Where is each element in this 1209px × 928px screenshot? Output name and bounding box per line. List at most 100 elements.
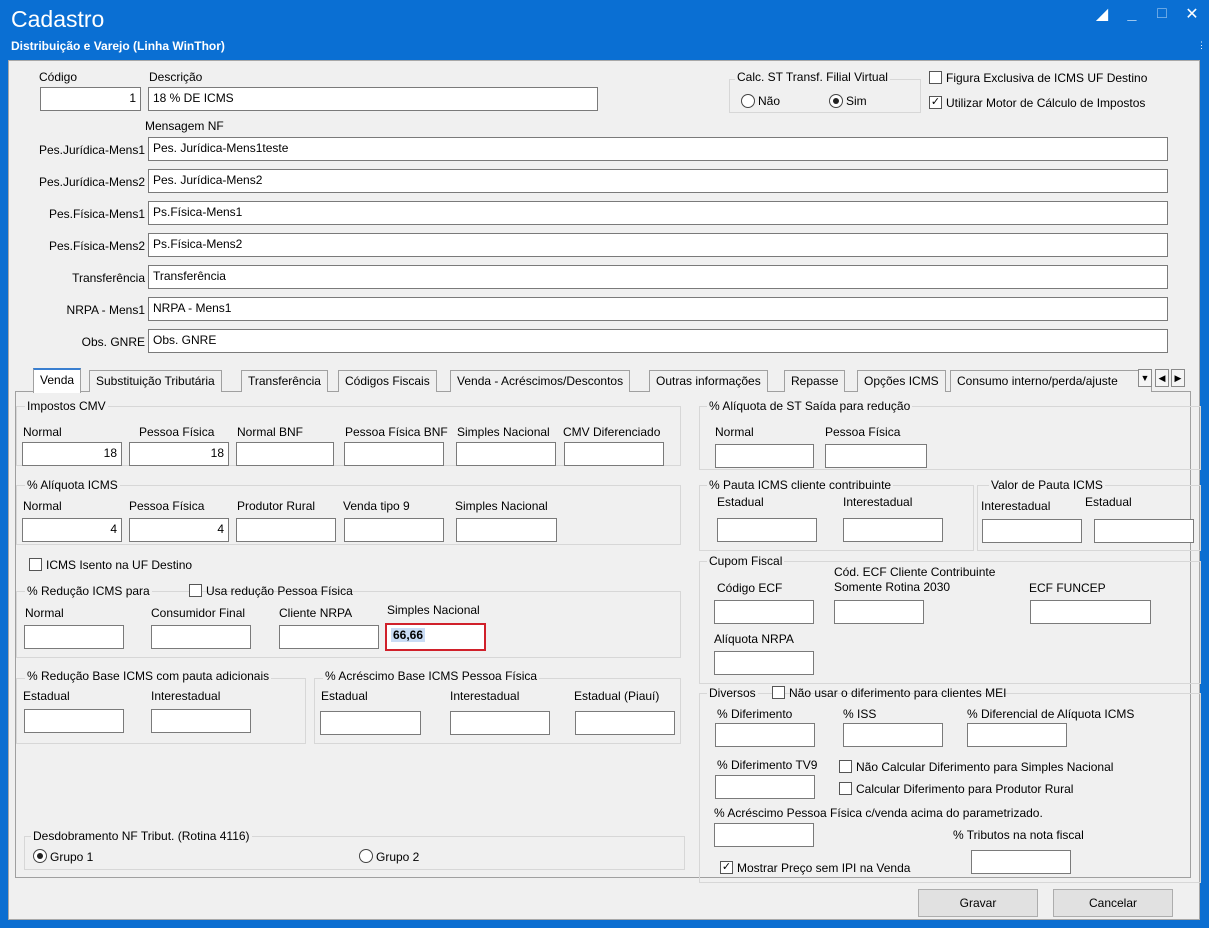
diferencial-aliquota-label: % Diferencial de Alíquota ICMS (967, 707, 1135, 721)
vp-estadual-input[interactable] (1094, 519, 1194, 543)
tab-list-dropdown-icon[interactable]: ▼ (1138, 369, 1152, 387)
nao-usar-diferimento-checkbox[interactable] (772, 686, 785, 699)
message-input-3[interactable]: Ps.Física-Mens1 (148, 201, 1168, 225)
calcular-produtor-checkbox[interactable] (839, 782, 852, 795)
pauta-estadual-label: Estadual (717, 495, 764, 509)
red-cliente-nrpa-input[interactable] (279, 625, 379, 649)
tributos-nota-input[interactable] (971, 850, 1071, 874)
calc-st-sim-radio[interactable] (829, 94, 843, 108)
aliq-simples-nacional-label: Simples Nacional (455, 499, 548, 513)
pauta-interestadual-input[interactable] (843, 518, 943, 542)
aliq-venda-tipo9-input[interactable] (344, 518, 444, 542)
calc-st-nao-radio[interactable] (741, 94, 755, 108)
red-normal-input[interactable] (24, 625, 124, 649)
pauta-estadual-input[interactable] (717, 518, 817, 542)
figura-exclusiva-label: Figura Exclusiva de ICMS UF Destino (946, 71, 1148, 85)
window-controls: ◢ _ □ ✕ (1093, 4, 1201, 24)
tab-scroll-left-icon[interactable]: ◀ (1155, 369, 1169, 387)
cancelar-button[interactable]: Cancelar (1053, 889, 1173, 917)
calc-st-sim-label: Sim (846, 94, 867, 108)
diferimento-tv9-input[interactable] (715, 775, 815, 799)
vp-estadual-label: Estadual (1085, 495, 1132, 509)
message-label-1: Pes.Jurídica-Mens1 (38, 143, 145, 157)
cmv-normal-bnf-input[interactable] (236, 442, 334, 466)
red-simples-nacional-input[interactable]: 66,66 (385, 623, 486, 651)
tab-codigos-fiscais[interactable]: Códigos Fiscais (338, 370, 437, 392)
grupo1-radio[interactable] (33, 849, 47, 863)
mostrar-preco-checkbox[interactable]: ✓ (720, 861, 733, 874)
aliq-normal-input[interactable]: 4 (22, 518, 122, 542)
diferimento-input[interactable] (715, 723, 815, 747)
aliq-venda-tipo9-label: Venda tipo 9 (343, 499, 410, 513)
codigo-ecf-label: Código ECF (717, 581, 783, 595)
cmv-pessoa-fisica-bnf-input[interactable] (344, 442, 444, 466)
red-simples-nacional-value: 66,66 (391, 628, 426, 642)
st-pessoa-fisica-input[interactable] (825, 444, 927, 468)
cmv-diferenciado-input[interactable] (564, 442, 664, 466)
grupo2-radio[interactable] (359, 849, 373, 863)
aliq-simples-nacional-input[interactable] (456, 518, 557, 542)
nao-calcular-simples-checkbox[interactable] (839, 760, 852, 773)
tab-scroll-right-icon[interactable]: ▶ (1171, 369, 1185, 387)
utilizar-motor-checkbox[interactable]: ✓ (929, 96, 942, 109)
acrescimo-pf-input[interactable] (714, 823, 814, 847)
desdobramento-title: Desdobramento NF Tribut. (Rotina 4116) (31, 829, 252, 843)
red-consumidor-final-input[interactable] (151, 625, 251, 649)
st-normal-input[interactable] (715, 444, 814, 468)
icms-isento-label: ICMS Isento na UF Destino (46, 558, 193, 572)
iss-label: % ISS (843, 707, 877, 721)
cmv-pessoa-fisica-input[interactable]: 18 (129, 442, 229, 466)
restore-icon[interactable]: ◢ (1093, 4, 1111, 24)
cmv-simples-nacional-input[interactable] (456, 442, 556, 466)
cmv-normal-input[interactable]: 18 (22, 442, 122, 466)
figura-exclusiva-checkbox[interactable] (929, 71, 942, 84)
tab-repasse[interactable]: Repasse (784, 370, 846, 392)
tab-substituicao-tributaria[interactable]: Substituição Tributária (89, 370, 222, 392)
aliq-produtor-rural-label: Produtor Rural (237, 499, 316, 513)
message-input-6[interactable]: NRPA - Mens1 (148, 297, 1168, 321)
ecf-funcep-input[interactable] (1030, 600, 1151, 624)
close-icon[interactable]: ✕ (1183, 4, 1201, 24)
usa-reducao-checkbox[interactable] (189, 584, 202, 597)
message-input-7[interactable]: Obs. GNRE (148, 329, 1168, 353)
tab-consumo-interno[interactable]: Consumo interno/perda/ajuste (950, 370, 1152, 392)
message-input-4[interactable]: Ps.Física-Mens2 (148, 233, 1168, 257)
ab-interestadual-input[interactable] (450, 711, 550, 735)
codigo-input[interactable]: 1 (40, 87, 141, 111)
icms-isento-checkbox[interactable] (29, 558, 42, 571)
aliq-pessoa-fisica-input[interactable]: 4 (129, 518, 229, 542)
tab-transferencia[interactable]: Transferência (241, 370, 328, 392)
aliq-normal-label: Normal (23, 499, 62, 513)
tab-venda[interactable]: Venda (33, 368, 82, 393)
tab-venda-acrescimos[interactable]: Venda - Acréscimos/Descontos (450, 370, 631, 392)
rb-estadual-input[interactable] (24, 709, 124, 733)
diferencial-aliquota-input[interactable] (967, 723, 1067, 747)
vp-interestadual-input[interactable] (982, 519, 1082, 543)
rb-interestadual-input[interactable] (151, 709, 251, 733)
message-input-5[interactable]: Transferência (148, 265, 1168, 289)
diferimento-tv9-label: % Diferimento TV9 (717, 758, 818, 772)
gravar-button[interactable]: Gravar (918, 889, 1038, 917)
ab-estadual-input[interactable] (320, 711, 421, 735)
ab-estadual-label: Estadual (321, 689, 368, 703)
aliquota-nrpa-label: Alíquota NRPA (714, 632, 794, 646)
aliquota-nrpa-input[interactable] (714, 651, 814, 675)
st-normal-label: Normal (715, 425, 754, 439)
iss-input[interactable] (843, 723, 943, 747)
tributos-nota-label: % Tributos na nota fiscal (953, 828, 1084, 842)
cod-ecf-cliente-input[interactable] (834, 600, 924, 624)
aliq-produtor-rural-input[interactable] (236, 518, 336, 542)
message-input-2[interactable]: Pes. Jurídica-Mens2 (148, 169, 1168, 193)
nao-calcular-simples-label: Não Calcular Diferimento para Simples Na… (856, 760, 1114, 774)
maximize-icon[interactable]: □ (1153, 5, 1171, 23)
minimize-icon[interactable]: _ (1123, 5, 1141, 23)
descricao-input[interactable]: 18 % DE ICMS (148, 87, 598, 111)
pauta-icms-title: % Pauta ICMS cliente contribuinte (707, 478, 894, 492)
tab-outras-informacoes[interactable]: Outras informações (649, 370, 768, 392)
message-input-1[interactable]: Pes. Jurídica-Mens1teste (148, 137, 1168, 161)
aliquota-st-title: % Alíquota de ST Saída para redução (707, 399, 913, 413)
cmv-diferenciado-label: CMV Diferenciado (563, 425, 661, 439)
ab-estadual-piaui-input[interactable] (575, 711, 675, 735)
tab-opcoes-icms[interactable]: Opções ICMS (857, 370, 946, 392)
codigo-ecf-input[interactable] (714, 600, 814, 624)
